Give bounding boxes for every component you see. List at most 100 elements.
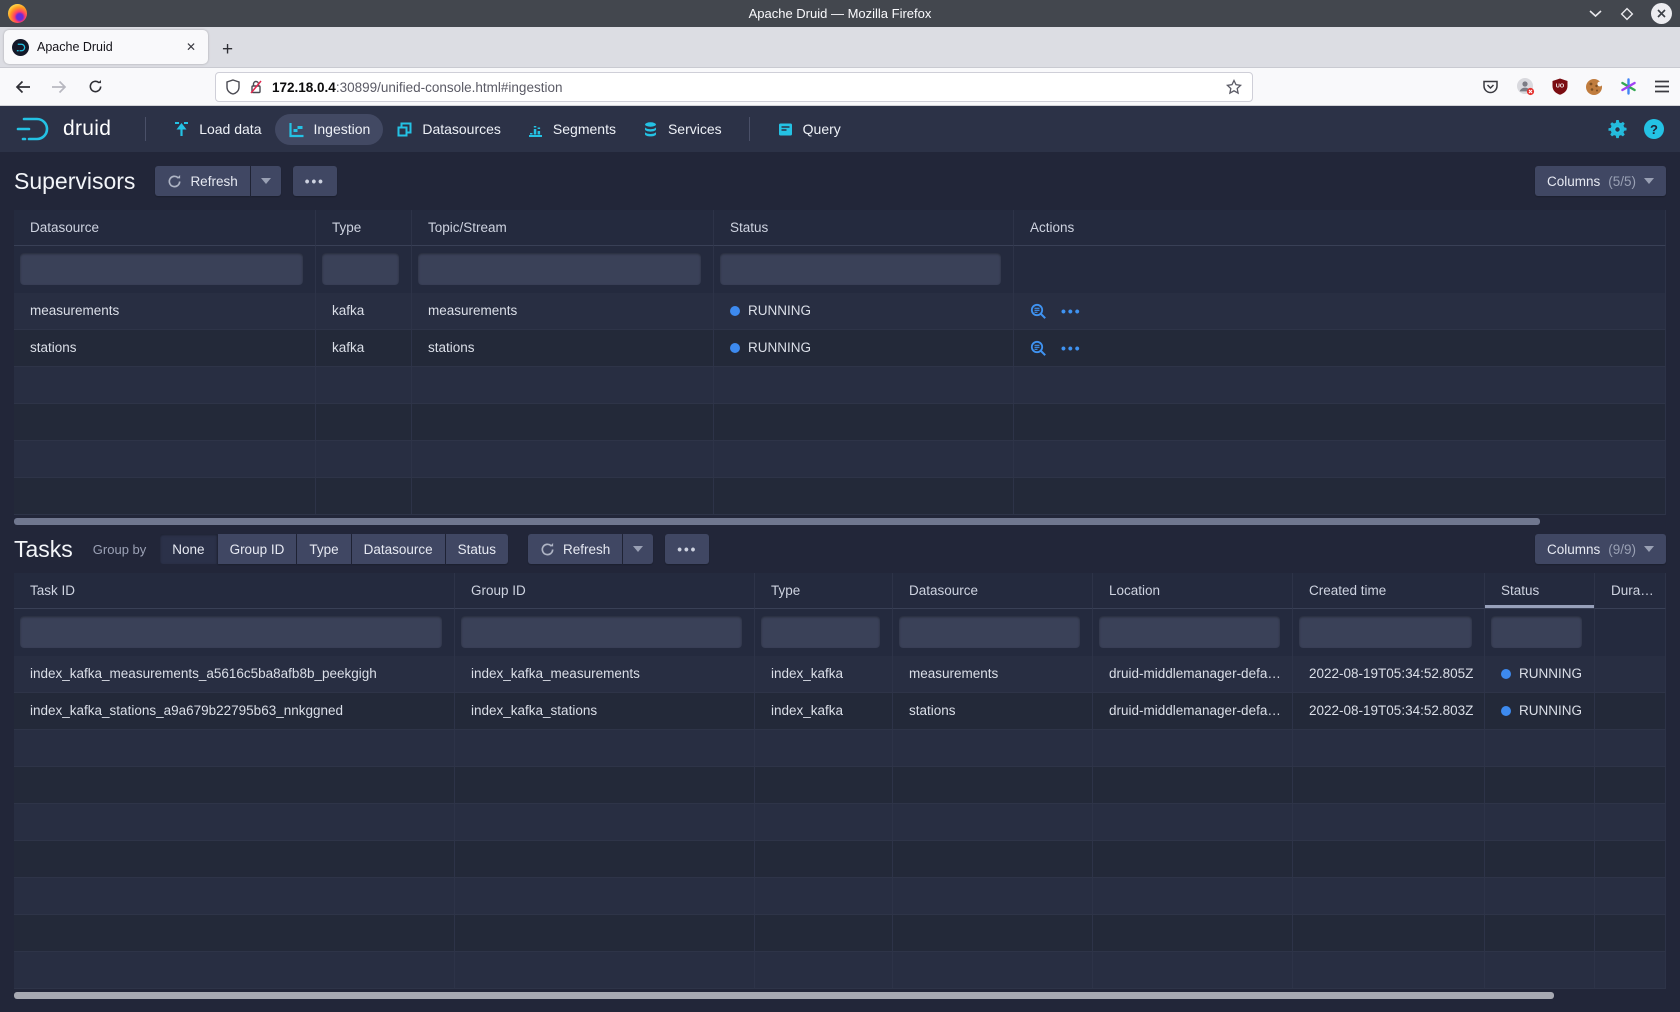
status-dot bbox=[730, 343, 740, 353]
nav-item-ingestion[interactable]: Ingestion bbox=[275, 114, 384, 145]
status-cell: RUNNING bbox=[714, 293, 1014, 329]
task-id-cell[interactable]: index_kafka_measurements_a5616c5ba8afb8b… bbox=[14, 656, 455, 692]
column-header[interactable]: Type bbox=[316, 210, 412, 246]
column-header[interactable]: Created time bbox=[1293, 573, 1485, 609]
tab-close-icon[interactable]: ✕ bbox=[182, 38, 200, 56]
column-header[interactable]: Actions bbox=[1014, 210, 1666, 246]
supervisors-refresh-caret-button[interactable] bbox=[251, 166, 281, 196]
help-icon[interactable]: ? bbox=[1644, 119, 1664, 139]
row-more-icon[interactable]: ••• bbox=[1061, 330, 1082, 366]
ingestion-icon bbox=[288, 121, 305, 138]
tab-title: Apache Druid bbox=[37, 40, 174, 54]
nav-item-segments[interactable]: Segments bbox=[514, 114, 629, 145]
filter-group-id-input[interactable] bbox=[461, 616, 742, 648]
magnify-details-icon[interactable] bbox=[1030, 303, 1047, 320]
filter-type-input[interactable] bbox=[761, 616, 880, 648]
column-header[interactable]: Datasource bbox=[893, 573, 1093, 609]
maximize-icon[interactable] bbox=[1619, 6, 1635, 22]
table-row[interactable]: measurements kafka measurements RUNNING … bbox=[14, 293, 1666, 330]
menu-hamburger-icon[interactable] bbox=[1654, 80, 1670, 93]
column-header[interactable]: Duration bbox=[1595, 573, 1666, 609]
settings-gear-icon[interactable] bbox=[1607, 119, 1628, 140]
nav-divider bbox=[145, 117, 146, 141]
group-by-segmented-control: None Group ID Type Datasource Status bbox=[160, 534, 508, 564]
refresh-label: Refresh bbox=[563, 542, 610, 557]
topic-cell: measurements bbox=[412, 293, 714, 329]
group-by-status-button[interactable]: Status bbox=[446, 534, 508, 564]
column-header[interactable]: Topic/Stream bbox=[412, 210, 714, 246]
close-icon[interactable] bbox=[1651, 3, 1672, 24]
magnify-details-icon[interactable] bbox=[1030, 340, 1047, 357]
column-header[interactable]: Group ID bbox=[455, 573, 755, 609]
table-row[interactable]: index_kafka_stations_a9a679b22795b63_nnk… bbox=[14, 693, 1666, 730]
reload-icon[interactable] bbox=[80, 73, 110, 101]
url-bar[interactable]: 172.18.0.4:30899/unified-console.html#in… bbox=[215, 72, 1253, 102]
filter-task-id-input[interactable] bbox=[20, 616, 442, 648]
minimize-icon[interactable] bbox=[1587, 6, 1603, 22]
supervisors-columns-button[interactable]: Columns (5/5) bbox=[1535, 166, 1666, 196]
back-icon[interactable] bbox=[8, 73, 38, 101]
cookie-icon[interactable] bbox=[1585, 78, 1603, 96]
window-titlebar: Apache Druid — Mozilla Firefox bbox=[0, 0, 1680, 27]
filter-created-time-input[interactable] bbox=[1299, 616, 1472, 648]
lock-slash-icon[interactable] bbox=[249, 79, 263, 95]
empty-row bbox=[14, 915, 1666, 952]
group-by-none-button[interactable]: None bbox=[160, 534, 216, 564]
forward-icon[interactable] bbox=[44, 73, 74, 101]
nav-divider bbox=[749, 117, 750, 141]
row-more-icon[interactable]: ••• bbox=[1061, 293, 1082, 329]
extension-asterisk-icon[interactable] bbox=[1620, 78, 1637, 95]
supervisors-header: Supervisors Refresh ••• Columns (5/5) bbox=[0, 152, 1680, 210]
column-header[interactable]: Datasource bbox=[14, 210, 316, 246]
filter-status-input[interactable] bbox=[1491, 616, 1582, 648]
empty-row bbox=[14, 478, 1666, 515]
column-header-sorted[interactable]: Status bbox=[1485, 573, 1595, 609]
url-text[interactable]: 172.18.0.4:30899/unified-console.html#in… bbox=[272, 80, 1217, 95]
pocket-icon[interactable] bbox=[1482, 79, 1499, 95]
nav-item-load-data[interactable]: Load data bbox=[160, 114, 274, 145]
task-id-cell[interactable]: index_kafka_stations_a9a679b22795b63_nnk… bbox=[14, 693, 455, 729]
window-title: Apache Druid — Mozilla Firefox bbox=[0, 6, 1680, 21]
filter-status-input[interactable] bbox=[720, 253, 1001, 285]
filter-datasource-input[interactable] bbox=[20, 253, 303, 285]
nav-item-query[interactable]: Query bbox=[764, 114, 854, 145]
druid-brand[interactable]: druid bbox=[16, 116, 111, 142]
filter-datasource-input[interactable] bbox=[899, 616, 1080, 648]
column-header[interactable]: Type bbox=[755, 573, 893, 609]
nav-item-services[interactable]: Services bbox=[629, 114, 735, 145]
group-id-cell: index_kafka_stations bbox=[455, 693, 755, 729]
filter-type-input[interactable] bbox=[322, 253, 399, 285]
shield-icon[interactable] bbox=[226, 79, 240, 95]
table-row[interactable]: index_kafka_measurements_a5616c5ba8afb8b… bbox=[14, 656, 1666, 693]
filter-location-input[interactable] bbox=[1099, 616, 1280, 648]
nav-item-datasources[interactable]: Datasources bbox=[383, 114, 514, 145]
tasks-more-button[interactable]: ••• bbox=[665, 534, 709, 564]
tasks-horizontal-scrollbar[interactable] bbox=[14, 992, 1554, 999]
group-by-group-id-button[interactable]: Group ID bbox=[218, 534, 297, 564]
tasks-columns-button[interactable]: Columns (9/9) bbox=[1535, 534, 1666, 564]
tab-apache-druid[interactable]: Apache Druid ✕ bbox=[4, 30, 208, 64]
supervisors-refresh-button[interactable]: Refresh bbox=[155, 166, 249, 196]
refresh-icon bbox=[540, 542, 555, 557]
filter-topic-input[interactable] bbox=[418, 253, 701, 285]
tasks-refresh-caret-button[interactable] bbox=[623, 534, 653, 564]
table-row[interactable]: stations kafka stations RUNNING ••• bbox=[14, 330, 1666, 367]
tasks-refresh-button[interactable]: Refresh bbox=[528, 534, 622, 564]
group-by-type-button[interactable]: Type bbox=[297, 534, 350, 564]
new-tab-button[interactable]: + bbox=[222, 39, 233, 61]
supervisors-more-button[interactable]: ••• bbox=[293, 166, 337, 196]
bookmark-star-icon[interactable] bbox=[1226, 79, 1242, 95]
refresh-label: Refresh bbox=[190, 174, 237, 189]
group-by-datasource-button[interactable]: Datasource bbox=[352, 534, 445, 564]
datasource-cell[interactable]: stations bbox=[14, 330, 316, 366]
ublock-icon[interactable]: UO bbox=[1552, 78, 1568, 95]
chevron-down-icon bbox=[261, 178, 271, 184]
column-header[interactable]: Location bbox=[1093, 573, 1293, 609]
supervisors-horizontal-scrollbar[interactable] bbox=[14, 518, 1540, 525]
profile-disabled-icon[interactable] bbox=[1516, 77, 1535, 96]
column-header[interactable]: Task ID bbox=[14, 573, 455, 609]
column-header[interactable]: Status bbox=[714, 210, 1014, 246]
datasource-cell[interactable]: measurements bbox=[14, 293, 316, 329]
supervisors-header-row: Datasource Type Topic/Stream Status Acti… bbox=[14, 210, 1666, 246]
empty-row bbox=[14, 767, 1666, 804]
